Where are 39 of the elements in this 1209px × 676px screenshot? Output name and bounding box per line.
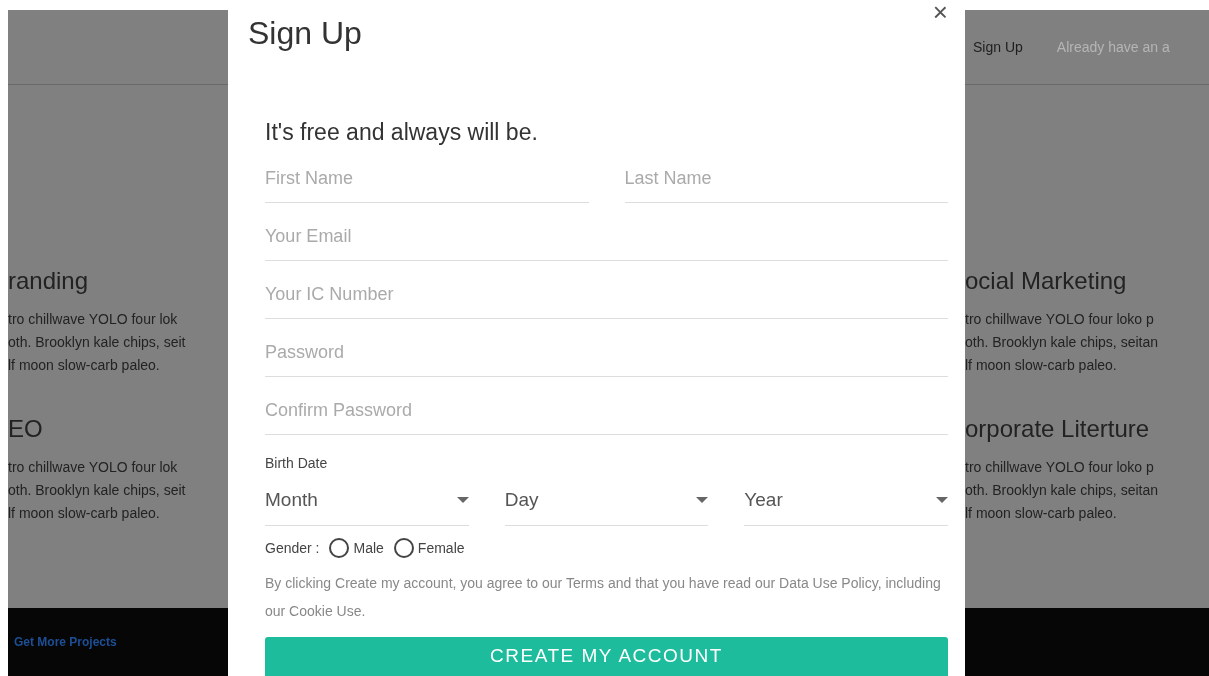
paragraph-line: lf moon slow-carb paleo. — [965, 355, 1118, 375]
paragraph-line: oth. Brooklyn kale chips, seit — [8, 480, 187, 500]
paragraph-line: lf moon slow-carb paleo. — [8, 503, 161, 523]
modal-subtitle: It's free and always will be. — [265, 117, 539, 147]
paragraph-line: oth. Brooklyn kale chips, seit — [8, 332, 187, 352]
section-heading: orporate Literture — [965, 414, 1151, 444]
paragraph-line: tro chillwave YOLO four loko p — [965, 457, 1155, 477]
close-button[interactable]: × — [932, 6, 948, 18]
input-field[interactable]: Your Email — [265, 215, 948, 262]
caret-icon — [696, 497, 709, 504]
paragraph-line: lf moon slow-carb paleo. — [8, 355, 161, 375]
select-field[interactable]: Day — [504, 478, 709, 526]
field-label: Birth Date — [265, 454, 329, 474]
field-label: Gender : — [265, 538, 320, 558]
modal-title: Sign Up — [248, 14, 362, 53]
radio-button[interactable] — [329, 538, 350, 559]
input-field[interactable]: First Name — [265, 157, 589, 204]
paragraph-line: tro chillwave YOLO four loko p — [965, 309, 1155, 329]
radio-button[interactable] — [393, 538, 414, 559]
select-field[interactable]: Month — [265, 478, 469, 526]
input-field[interactable]: Last Name — [624, 157, 948, 204]
radio-label: Male — [353, 538, 384, 558]
input-field[interactable]: Confirm Password — [265, 389, 948, 436]
paragraph-line: oth. Brooklyn kale chips, seitan — [965, 480, 1159, 500]
radio-label: Female — [417, 538, 465, 558]
paragraph-line: lf moon slow-carb paleo. — [965, 503, 1118, 523]
paragraph-line: tro chillwave YOLO four lok — [8, 457, 179, 477]
section-heading: EO — [8, 414, 44, 444]
paragraph-line: oth. Brooklyn kale chips, seitan — [965, 332, 1159, 352]
paragraph-line: tro chillwave YOLO four lok — [8, 309, 179, 329]
caret-icon — [456, 497, 469, 504]
select-field[interactable]: Year — [744, 478, 948, 526]
nav-link[interactable]: Sign Up — [965, 36, 1031, 58]
input-field[interactable]: Password — [265, 331, 948, 378]
caret-icon — [936, 497, 948, 504]
terms-text: By clicking Create my account, you agree to our Terms and that you have read our Data Use Policy, including our Cookie Use. — [265, 573, 942, 621]
input-field[interactable]: Your IC Number — [265, 273, 948, 320]
section-heading: ocial Marketing — [965, 267, 1128, 296]
section-heading: randing — [8, 267, 90, 296]
